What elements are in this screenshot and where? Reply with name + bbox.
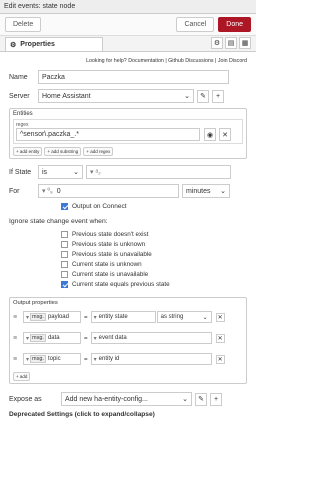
ignore-option[interactable]: Previous state is unavailable bbox=[61, 249, 247, 259]
type-select-icon: ▾ bbox=[26, 314, 30, 321]
if-state-input[interactable]: ▾ ᵃ₂ bbox=[86, 165, 231, 179]
plus-icon: + bbox=[215, 92, 221, 100]
action-bar: Delete Cancel Done bbox=[0, 14, 256, 36]
chevron-down-icon: ⌄ bbox=[182, 396, 188, 403]
for-input[interactable]: ▾ º₉ 0 bbox=[38, 184, 179, 198]
entities-box: Entities regex ^sensor\.paczka_.* ◉ ✕ + … bbox=[9, 108, 247, 159]
ignore-options: Previous state doesn't exist Previous st… bbox=[9, 229, 247, 289]
documentation-link[interactable]: Documentation bbox=[128, 58, 164, 64]
add-property-button[interactable]: + add bbox=[13, 372, 31, 381]
description-tab-icon[interactable]: ▤ bbox=[225, 37, 237, 49]
expose-label: Expose as bbox=[9, 395, 42, 403]
ignore-checkbox[interactable] bbox=[61, 260, 68, 268]
drag-handle-icon[interactable]: ≡ bbox=[13, 314, 21, 321]
gear-icon: ⚙ bbox=[10, 41, 17, 49]
add-substring-button[interactable]: + add substring bbox=[44, 147, 82, 156]
type-string-icon: ▾ ᵃ₂ bbox=[90, 169, 101, 176]
property-key-input[interactable]: ▾ msg. payload bbox=[23, 311, 81, 323]
ignore-checkbox[interactable] bbox=[61, 230, 68, 238]
edit-server-button[interactable]: ✎ bbox=[197, 89, 209, 103]
appearance-tab-icon[interactable]: ▦ bbox=[239, 37, 251, 49]
chevron-down-icon: ⌄ bbox=[184, 93, 190, 100]
settings-tab-icon[interactable]: ⚙ bbox=[211, 37, 223, 49]
ignore-checkbox[interactable] bbox=[61, 250, 68, 258]
add-entity-button[interactable]: + add entity bbox=[13, 147, 43, 156]
property-value-input[interactable]: ▾ entity state bbox=[90, 311, 156, 323]
ignore-checkbox[interactable] bbox=[61, 270, 68, 278]
deprecated-settings-toggle[interactable]: Deprecated Settings (click to expand/col… bbox=[9, 411, 247, 418]
property-key-input[interactable]: ▾ msg. data bbox=[23, 332, 81, 344]
chevron-down-icon: ⌄ bbox=[73, 169, 79, 176]
property-key-input[interactable]: ▾ msg. topic bbox=[23, 353, 81, 365]
for-unit-select[interactable]: minutes ⌄ bbox=[182, 184, 230, 198]
github-discussions-link[interactable]: Github Discussions bbox=[168, 58, 213, 64]
if-state-operator-select[interactable]: is ⌄ bbox=[38, 165, 83, 179]
property-row: ≡ ▾ msg. payload = ▾ entity state as str… bbox=[13, 310, 243, 324]
name-label: Name bbox=[9, 73, 28, 81]
name-input[interactable]: Paczka bbox=[38, 70, 229, 84]
property-type-select[interactable]: as string ⌄ bbox=[156, 311, 212, 323]
chevron-down-icon: ⌄ bbox=[202, 314, 208, 321]
view-entities-button[interactable]: ◉ bbox=[204, 128, 216, 141]
property-value-input[interactable]: ▾ event data bbox=[90, 332, 212, 344]
regex-input[interactable]: ^sensor\.paczka_.* bbox=[16, 128, 200, 141]
drag-handle-icon[interactable]: ≡ bbox=[13, 356, 21, 363]
expose-select[interactable]: Add new ha-entity-config... ⌄ bbox=[61, 392, 192, 406]
type-select-icon: ▾ bbox=[26, 335, 30, 342]
help-line: Looking for help? Documentation | Github… bbox=[86, 58, 247, 64]
ignore-option[interactable]: Previous state doesn't exist bbox=[61, 229, 247, 239]
ignore-option[interactable]: Current state is unknown bbox=[61, 259, 247, 269]
cancel-button[interactable]: Cancel bbox=[176, 17, 215, 32]
type-select-icon: ▾ bbox=[93, 356, 97, 363]
type-select-icon: ▾ bbox=[26, 356, 30, 363]
ignore-checkbox[interactable] bbox=[61, 280, 68, 288]
if-state-label: If State bbox=[9, 168, 32, 176]
tab-properties-label: Properties bbox=[20, 41, 55, 48]
window-title: Edit events: state node bbox=[0, 0, 256, 14]
ignore-option[interactable]: Current state is unavailable bbox=[61, 269, 247, 279]
ignore-title: Ignore state change event when: bbox=[9, 218, 108, 225]
ignore-option[interactable]: Current state equals previous state bbox=[61, 279, 247, 289]
edit-expose-button[interactable]: ✎ bbox=[195, 392, 207, 406]
ignore-option[interactable]: Previous state is unknown bbox=[61, 239, 247, 249]
remove-property-button[interactable]: ✕ bbox=[215, 312, 225, 322]
add-server-button[interactable]: + bbox=[212, 89, 224, 103]
tab-bar: ⚙ Properties ⚙ ▤ ▦ bbox=[0, 36, 256, 52]
join-discord-link[interactable]: Join Discord bbox=[218, 58, 247, 64]
server-select[interactable]: Home Assistant ⌄ bbox=[38, 89, 194, 103]
server-label: Server bbox=[9, 92, 30, 100]
output-properties-box: Output properties ≡ ▾ msg. payload = ▾ e… bbox=[9, 297, 247, 384]
add-regex-button[interactable]: + add regex bbox=[83, 147, 114, 156]
output-on-connect[interactable]: Output on Connect bbox=[61, 203, 247, 210]
close-icon: ✕ bbox=[222, 131, 228, 139]
add-expose-button[interactable]: + bbox=[210, 392, 222, 406]
remove-property-button[interactable]: ✕ bbox=[215, 333, 225, 343]
for-label: For bbox=[9, 187, 20, 195]
eye-icon: ◉ bbox=[206, 131, 214, 139]
property-value-input[interactable]: ▾ entity id bbox=[90, 353, 212, 365]
done-button[interactable]: Done bbox=[218, 17, 251, 32]
type-number-icon: ▾ º₉ bbox=[42, 188, 53, 195]
output-properties-title: Output properties bbox=[13, 300, 58, 306]
entities-title: Entities bbox=[13, 111, 33, 117]
type-select-icon: ▾ bbox=[93, 335, 97, 342]
delete-button[interactable]: Delete bbox=[5, 17, 42, 32]
remove-property-button[interactable]: ✕ bbox=[215, 354, 225, 364]
plus-icon: + bbox=[213, 395, 219, 403]
help-prefix: Looking for help? bbox=[86, 58, 127, 64]
pencil-icon: ✎ bbox=[198, 396, 204, 403]
output-on-connect-checkbox[interactable] bbox=[61, 203, 68, 210]
property-row: ≡ ▾ msg. data = ▾ event data ✕ bbox=[13, 331, 243, 345]
type-select-icon: ▾ bbox=[93, 314, 97, 321]
ignore-checkbox[interactable] bbox=[61, 240, 68, 248]
property-row: ≡ ▾ msg. topic = ▾ entity id ✕ bbox=[13, 352, 243, 366]
pencil-icon: ✎ bbox=[200, 93, 206, 100]
remove-entity-button[interactable]: ✕ bbox=[219, 128, 231, 141]
drag-handle-icon[interactable]: ≡ bbox=[13, 335, 21, 342]
tab-properties[interactable]: ⚙ Properties bbox=[5, 37, 103, 51]
chevron-down-icon: ⌄ bbox=[220, 188, 226, 195]
